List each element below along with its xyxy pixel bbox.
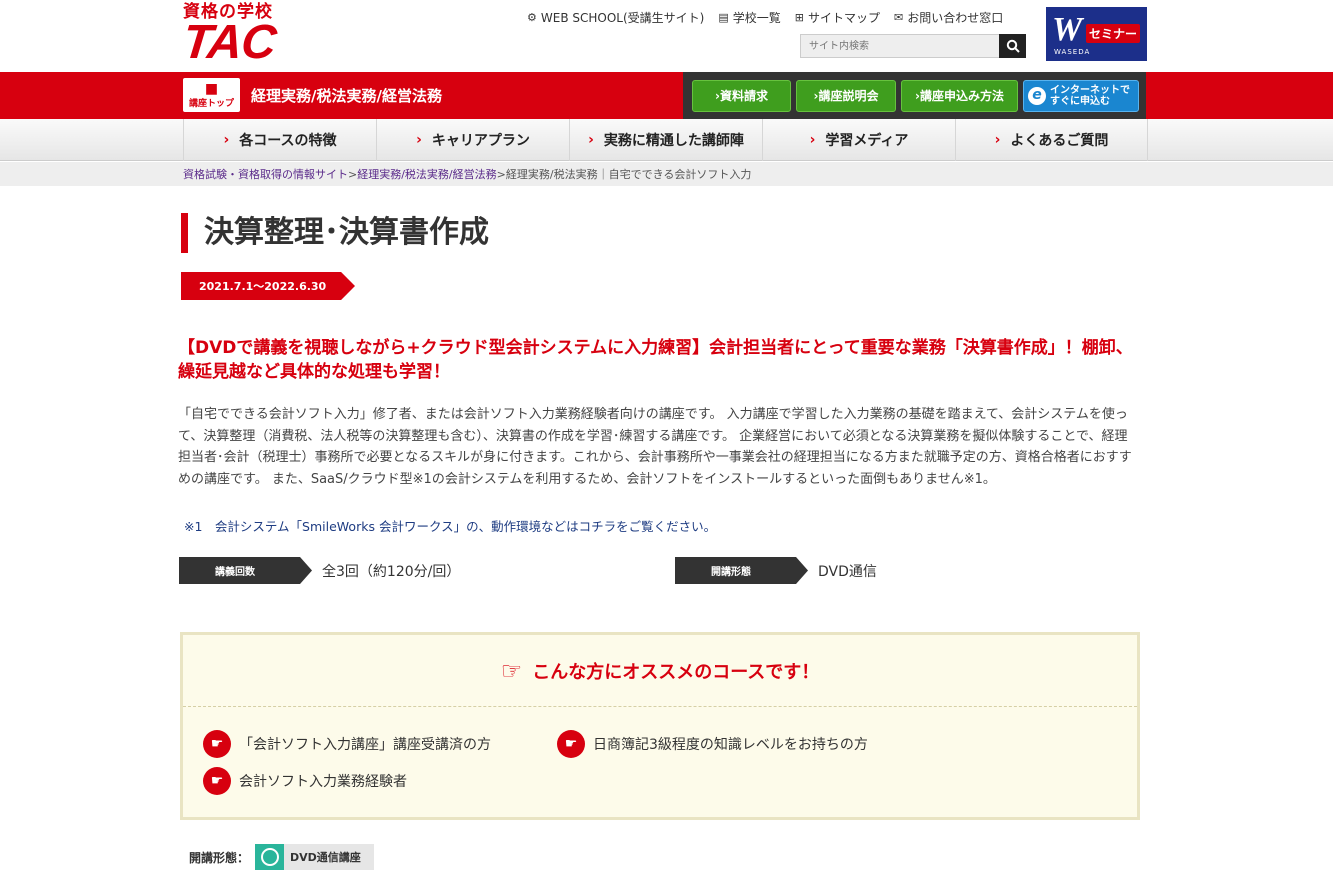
recommend-item-text: 会計ソフト入力業務経験者 <box>239 774 407 790</box>
w-seminar-name: セミナー <box>1086 24 1141 43</box>
page-title: 決算整理･決算書作成 <box>181 213 489 253</box>
recommend-title: こんな方にオススメのコースです！ <box>532 661 820 683</box>
course-top-label: 講座トップ <box>188 98 234 109</box>
how-to-apply-button[interactable]: ›講座申込み方法 <box>901 79 1018 112</box>
w-seminar-banner[interactable]: W セミナー WASEDA <box>1046 7 1147 61</box>
nav-item-media[interactable]: › 学習メディア <box>762 119 955 161</box>
utility-link-label: サイトマップ <box>807 11 880 25</box>
apply-online-label: インターネットで すぐに申込む <box>1050 85 1130 107</box>
dvd-course-badge: DVD通信講座 <box>255 844 375 870</box>
utility-links: ⚙ WEB SCHOOL(受講生サイト) ▤ 学校一覧 ⊞ サイトマップ ✉ お… <box>527 9 1003 26</box>
site-search <box>800 34 1026 58</box>
recommend-box: ☞ こんな方にオススメのコースです！ ☛ 「会計ソフト入力講座」講座受講済の方 … <box>180 632 1140 820</box>
utility-link-label: WEB SCHOOL(受講生サイト) <box>540 11 705 25</box>
gear-icon: ⚙ <box>527 11 537 24</box>
utility-link-schools[interactable]: ▤ 学校一覧 <box>718 9 780 26</box>
dvd-icon <box>255 844 285 870</box>
search-input[interactable] <box>800 34 999 58</box>
utility-link-label: お問い合わせ窓口 <box>907 11 1004 25</box>
spec-lecture-count: 講義回数 全3回（約120分/回） <box>179 557 460 584</box>
course-header-bar: ■ 講座トップ 経理実務/税法実務/経営法務 ›資料請求 ›講座説明会 ›講座申… <box>0 72 1333 119</box>
chevron-right-icon: › <box>223 132 230 148</box>
period-badge: 2021.7.1～2022.6.30 <box>181 272 355 300</box>
w-seminar-letter: W <box>1052 11 1083 48</box>
logo-brand: TAC <box>180 16 278 69</box>
tac-logo[interactable]: 資格の学校 TAC <box>180 2 298 69</box>
utility-link-label: 学校一覧 <box>732 11 781 25</box>
breadcrumb-link-home[interactable]: 資格試験・資格取得の情報サイト <box>183 168 348 181</box>
spec-value: DVD通信 <box>818 563 877 580</box>
system-note-link[interactable]: ※1 会計システム「SmileWorks 会計ワークス」の、動作環境などはコチラ… <box>184 516 716 535</box>
info-session-button[interactable]: ›講座説明会 <box>796 79 896 112</box>
apply-online-line2: すぐに申込む <box>1050 95 1110 107</box>
nav-item-label: 各コースの特徴 <box>239 133 337 149</box>
breadcrumb-separator: > <box>496 168 506 181</box>
pointing-hand-icon: ☞ <box>500 656 523 685</box>
chevron-right-icon: › <box>809 132 816 148</box>
nav-item-label: 実務に精通した講師陣 <box>603 133 744 149</box>
cta-buttons: ›資料請求 ›講座説明会 ›講座申込み方法 e インターネットで すぐに申込む <box>683 72 1146 119</box>
chevron-right-icon: › <box>588 132 594 148</box>
nav-item-faq[interactable]: › よくあるご質問 <box>955 119 1148 161</box>
nav-item-label: 学習メディア <box>825 133 909 149</box>
pointing-hand-icon: ☛ <box>203 730 231 758</box>
recommend-item-text: 「会計ソフト入力講座」講座受講済の方 <box>239 737 491 753</box>
spec-course-format: 開講形態 DVD通信 <box>675 557 877 584</box>
course-description: 「自宅でできる会計ソフト入力」修了者、または会計ソフト入力業務経験者向けの講座で… <box>178 407 1132 487</box>
course-category-title: 経理実務/税法実務/経営法務 <box>251 87 442 105</box>
recommend-item: ☛ 会計ソフト入力業務経験者 <box>203 767 407 795</box>
search-icon <box>1006 39 1020 53</box>
breadcrumb-separator: > <box>348 168 358 181</box>
utility-link-web-school[interactable]: ⚙ WEB SCHOOL(受講生サイト) <box>527 9 704 26</box>
search-button[interactable] <box>999 34 1026 58</box>
chevron-right-icon: › <box>994 132 1001 148</box>
recommend-item: ☛ 日商簿記3級程度の知識レベルをお持ちの方 <box>557 730 868 758</box>
pointing-hand-icon: ☛ <box>557 730 585 758</box>
internet-e-icon: e <box>1028 86 1046 105</box>
nav-item-label: よくあるご質問 <box>1010 133 1109 149</box>
nav-item-instructors[interactable]: › 実務に精通した講師陣 <box>569 119 762 161</box>
recommend-item: ☛ 「会計ソフト入力講座」講座受講済の方 <box>203 730 491 758</box>
mail-icon: ✉ <box>894 11 904 24</box>
spec-tag: 開講形態 <box>675 557 808 584</box>
nav-item-career[interactable]: › キャリアプラン <box>376 119 569 161</box>
course-nav: › 各コースの特徴 › キャリアプラン › 実務に精通した講師陣 › 学習メディア › よ… <box>0 119 1333 161</box>
sitemap-icon: ⊞ <box>794 11 804 24</box>
spec-tag: 講義回数 <box>179 557 312 584</box>
breadcrumb-current: 経理実務/税法実務｜自宅でできる会計ソフト入力 <box>505 168 752 181</box>
nav-item-label: キャリアプラン <box>431 133 530 149</box>
spec-value: 全3回（約120分/回） <box>322 563 461 580</box>
pointing-hand-icon: ☛ <box>203 767 231 795</box>
course-mode-label: 開講形態： <box>189 850 250 865</box>
apply-online-button[interactable]: e インターネットで すぐに申込む <box>1023 79 1139 112</box>
w-seminar-sub: WASEDA <box>1054 48 1091 56</box>
apply-online-line1: インターネットで <box>1050 84 1130 96</box>
home-icon: ■ <box>204 80 219 97</box>
utility-link-contact[interactable]: ✉ お問い合わせ窓口 <box>894 9 1003 26</box>
course-mode: 開講形態： DVD通信講座 <box>189 844 375 870</box>
book-icon: ▤ <box>718 11 729 24</box>
dvd-course-label: DVD通信講座 <box>290 851 361 864</box>
nav-item-features[interactable]: › 各コースの特徴 <box>183 119 376 161</box>
course-top-button[interactable]: ■ 講座トップ <box>183 78 240 112</box>
breadcrumb-link-category[interactable]: 経理実務/税法実務/経営法務 <box>357 168 496 181</box>
utility-link-sitemap[interactable]: ⊞ サイトマップ <box>795 9 880 26</box>
recommend-heading: ☞ こんな方にオススメのコースです！ <box>183 635 1137 707</box>
chevron-right-icon: › <box>416 132 422 148</box>
lead-text: 【DVDで講義を視聴しながら+クラウド型会計システムに入力練習】会計担当者にとっ… <box>178 338 1133 382</box>
request-materials-button[interactable]: ›資料請求 <box>692 79 791 112</box>
recommend-item-text: 日商簿記3級程度の知識レベルをお持ちの方 <box>593 737 868 753</box>
breadcrumb: 資格試験・資格取得の情報サイト>経理実務/税法実務/経営法務>経理実務/税法実務… <box>0 162 1333 186</box>
